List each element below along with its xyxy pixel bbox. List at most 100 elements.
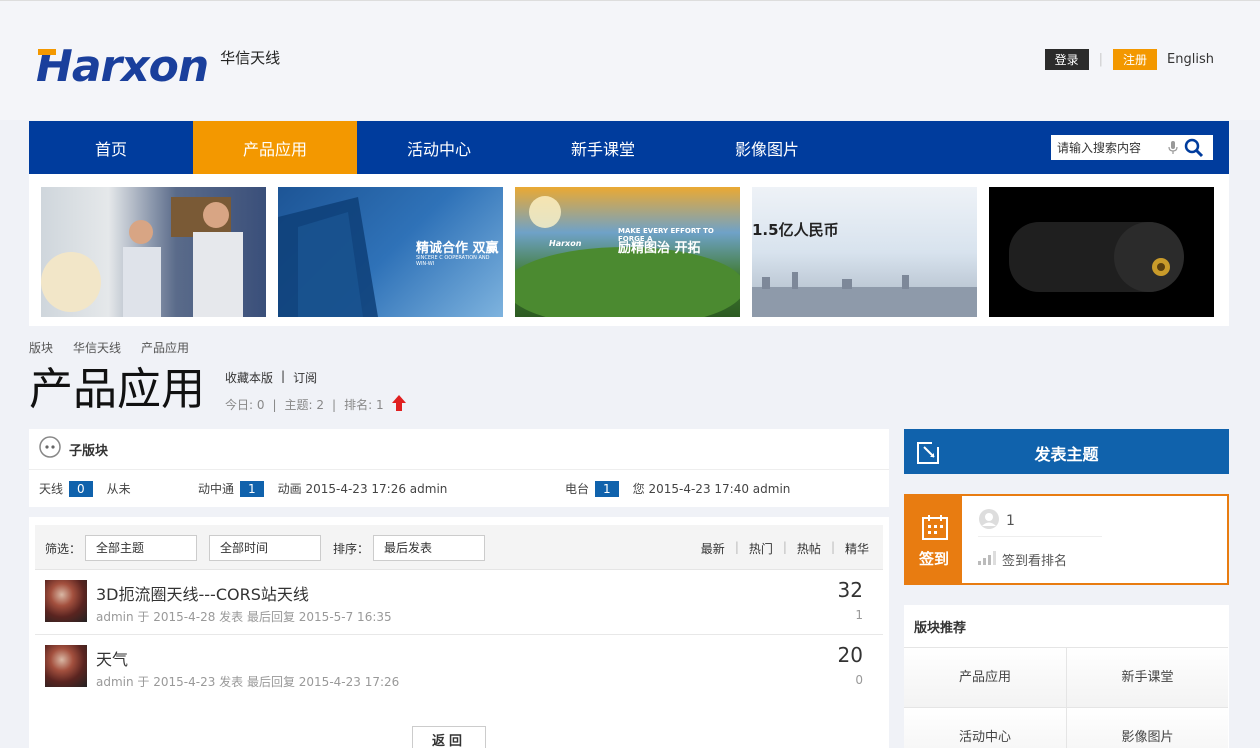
recommended-item[interactable]: 新手课堂 [1066, 647, 1228, 707]
separator: | [272, 397, 277, 412]
sort-select[interactable]: 最后发表 [373, 535, 485, 561]
signin-rank-label: 签到看排名 [1002, 554, 1068, 569]
subforum-count-badge: 1 [240, 480, 264, 497]
avatar[interactable] [45, 580, 87, 622]
back-button[interactable]: 返回 [412, 726, 486, 748]
subforum-count-badge: 0 [69, 480, 93, 497]
account-links: 登录 | 注册 English [1044, 49, 1214, 70]
banner-slide[interactable]: Harxon MAKE EVERY EFFORT TO FORGE A 励精图治… [515, 187, 740, 317]
nav-item-beginners[interactable]: 新手课堂 [521, 121, 685, 174]
avatar[interactable] [45, 645, 87, 687]
subforum-header: 子版块 [29, 429, 889, 470]
subforum-last-post[interactable]: 动画 2015-4-23 17:26 admin [278, 480, 448, 497]
logo-wordmark: Harxon [36, 41, 209, 92]
sort-label: 排序： [333, 542, 370, 556]
login-button[interactable]: 登录 [1044, 49, 1089, 70]
main-nav: 首页 产品应用 活动中心 新手课堂 影像图片 [29, 121, 1229, 174]
sort-links: 最新 | 热门 | 热帖 | 精华 [701, 540, 869, 557]
topic-filter-select[interactable]: 全部主题 [85, 535, 197, 561]
subforum-name[interactable]: 天线 [39, 480, 63, 497]
user-icon [978, 508, 1000, 534]
page-title: 产品应用 [29, 364, 205, 415]
new-topic-button[interactable]: 发表主题 [904, 429, 1229, 474]
forum-actions: 收藏本版 | 订阅 [225, 369, 317, 386]
today-count: 今日: 0 [225, 398, 265, 412]
signal-bars-icon [978, 550, 996, 569]
breadcrumb-item[interactable]: 产品应用 [141, 339, 189, 356]
recommended-item[interactable]: 影像图片 [1066, 707, 1228, 748]
thread-title[interactable]: 天气 [96, 646, 128, 670]
subforum-name[interactable]: 动中通 [198, 480, 234, 497]
signin-label: 签到 [918, 550, 949, 568]
city-image [752, 272, 977, 317]
thread-title[interactable]: 3D扼流圈天线---CORS站天线 [96, 581, 309, 605]
banner-caption: 精诚合作 双赢 [416, 241, 499, 256]
banner-caption: 1.5亿人民币 [752, 221, 839, 239]
sort-hot-link[interactable]: 热门 [749, 540, 773, 557]
recommended-item[interactable]: 产品应用 [904, 647, 1066, 707]
nav-item-gallery[interactable]: 影像图片 [685, 121, 849, 174]
sort-hot-posts-link[interactable]: 热帖 [797, 540, 821, 557]
subforum-last-post[interactable]: 您 2015-4-23 17:40 admin [633, 480, 791, 497]
banner-subcaption: SINCERE C OOPERATION AND WIN-WI [416, 255, 490, 267]
subforum-item[interactable]: 电台 1 您 2015-4-23 17:40 admin [565, 480, 790, 497]
separator: | [734, 540, 739, 554]
search-box [1051, 135, 1213, 160]
subforum-last-post: 从未 [106, 482, 131, 496]
language-link[interactable]: English [1167, 52, 1214, 67]
banner-slide[interactable] [41, 187, 266, 317]
breadcrumb-item[interactable]: 华信天线 [73, 339, 121, 356]
collapse-icon[interactable] [39, 436, 61, 462]
search-icon[interactable] [1181, 138, 1207, 158]
divider [978, 536, 1102, 537]
subforum-item[interactable]: 天线 0 从未 [39, 480, 131, 497]
logo-subtitle: 华信天线 [220, 49, 281, 67]
new-topic-label: 发表主题 [1034, 445, 1099, 464]
signin-rank-link[interactable]: 签到看排名 [978, 550, 1067, 569]
signin-button[interactable]: 签到 [906, 496, 962, 583]
time-filter-select[interactable]: 全部时间 [209, 535, 321, 561]
banner-slide[interactable] [989, 187, 1214, 317]
separator: | [830, 540, 835, 554]
reply-count: 32 [837, 578, 863, 602]
subforum-item[interactable]: 动中通 1 动画 2015-4-23 17:26 admin [198, 480, 447, 497]
logo-accent-bar [38, 49, 56, 55]
signin-users: 1 [978, 508, 1015, 534]
recommended-forums: 版块推荐 产品应用 新手课堂 活动中心 影像图片 [904, 605, 1229, 748]
subforum-name[interactable]: 电台 [565, 480, 589, 497]
banner-carousel: 精诚合作 双赢 SINCERE C OOPERATION AND WIN-WI … [29, 174, 1229, 326]
nav-item-home[interactable]: 首页 [29, 121, 193, 174]
separator: | [281, 369, 286, 383]
register-button[interactable]: 注册 [1113, 49, 1158, 70]
recommended-title: 版块推荐 [914, 621, 967, 636]
separator: | [1098, 52, 1104, 67]
site-logo[interactable]: Harxon 华信天线 [36, 45, 280, 89]
view-count: 0 [855, 673, 863, 687]
people-photo [41, 197, 243, 317]
subforum-panel: 子版块 天线 0 从未 动中通 1 动画 2015-4-23 17:26 adm… [29, 429, 889, 507]
nav-item-products[interactable]: 产品应用 [193, 121, 357, 174]
table-row: 3D扼流圈天线---CORS站天线 admin 于 2015-4-28 发表 最… [35, 570, 883, 635]
breadcrumb-item[interactable]: 版块 [29, 339, 53, 356]
rank-value: 排名: 1 [344, 398, 384, 412]
thread-meta: admin 于 2015-4-28 发表 最后回复 2015-5-7 16:35 [96, 610, 392, 624]
sort-latest-link[interactable]: 最新 [701, 540, 725, 557]
nav-item-events[interactable]: 活动中心 [357, 121, 521, 174]
banner-slide[interactable]: 精诚合作 双赢 SINCERE C OOPERATION AND WIN-WI [278, 187, 503, 317]
antenna-product-image [1009, 222, 1184, 292]
reply-count: 20 [837, 643, 863, 667]
search-input[interactable] [1051, 140, 1165, 155]
recommended-item[interactable]: 活动中心 [904, 707, 1066, 748]
separator: | [782, 540, 787, 554]
subforum-row: 天线 0 从未 动中通 1 动画 2015-4-23 17:26 admin 电… [29, 470, 889, 507]
thread-meta: admin 于 2015-4-23 发表 最后回复 2015-4-23 17:2… [96, 675, 400, 689]
favorite-link[interactable]: 收藏本版 [225, 369, 273, 386]
thread-list-panel: 筛选： 全部主题 全部时间 排序： 最后发表 最新 | 热门 | 热帖 | 精华… [29, 517, 889, 748]
subforum-count-badge: 1 [595, 480, 619, 497]
microphone-icon[interactable] [1165, 140, 1181, 155]
subscribe-link[interactable]: 订阅 [293, 369, 317, 386]
sort-digest-link[interactable]: 精华 [845, 540, 869, 557]
view-count: 1 [855, 608, 863, 622]
signin-count: 1 [1006, 513, 1015, 529]
banner-slide[interactable]: 1.5亿人民币 [752, 187, 977, 317]
